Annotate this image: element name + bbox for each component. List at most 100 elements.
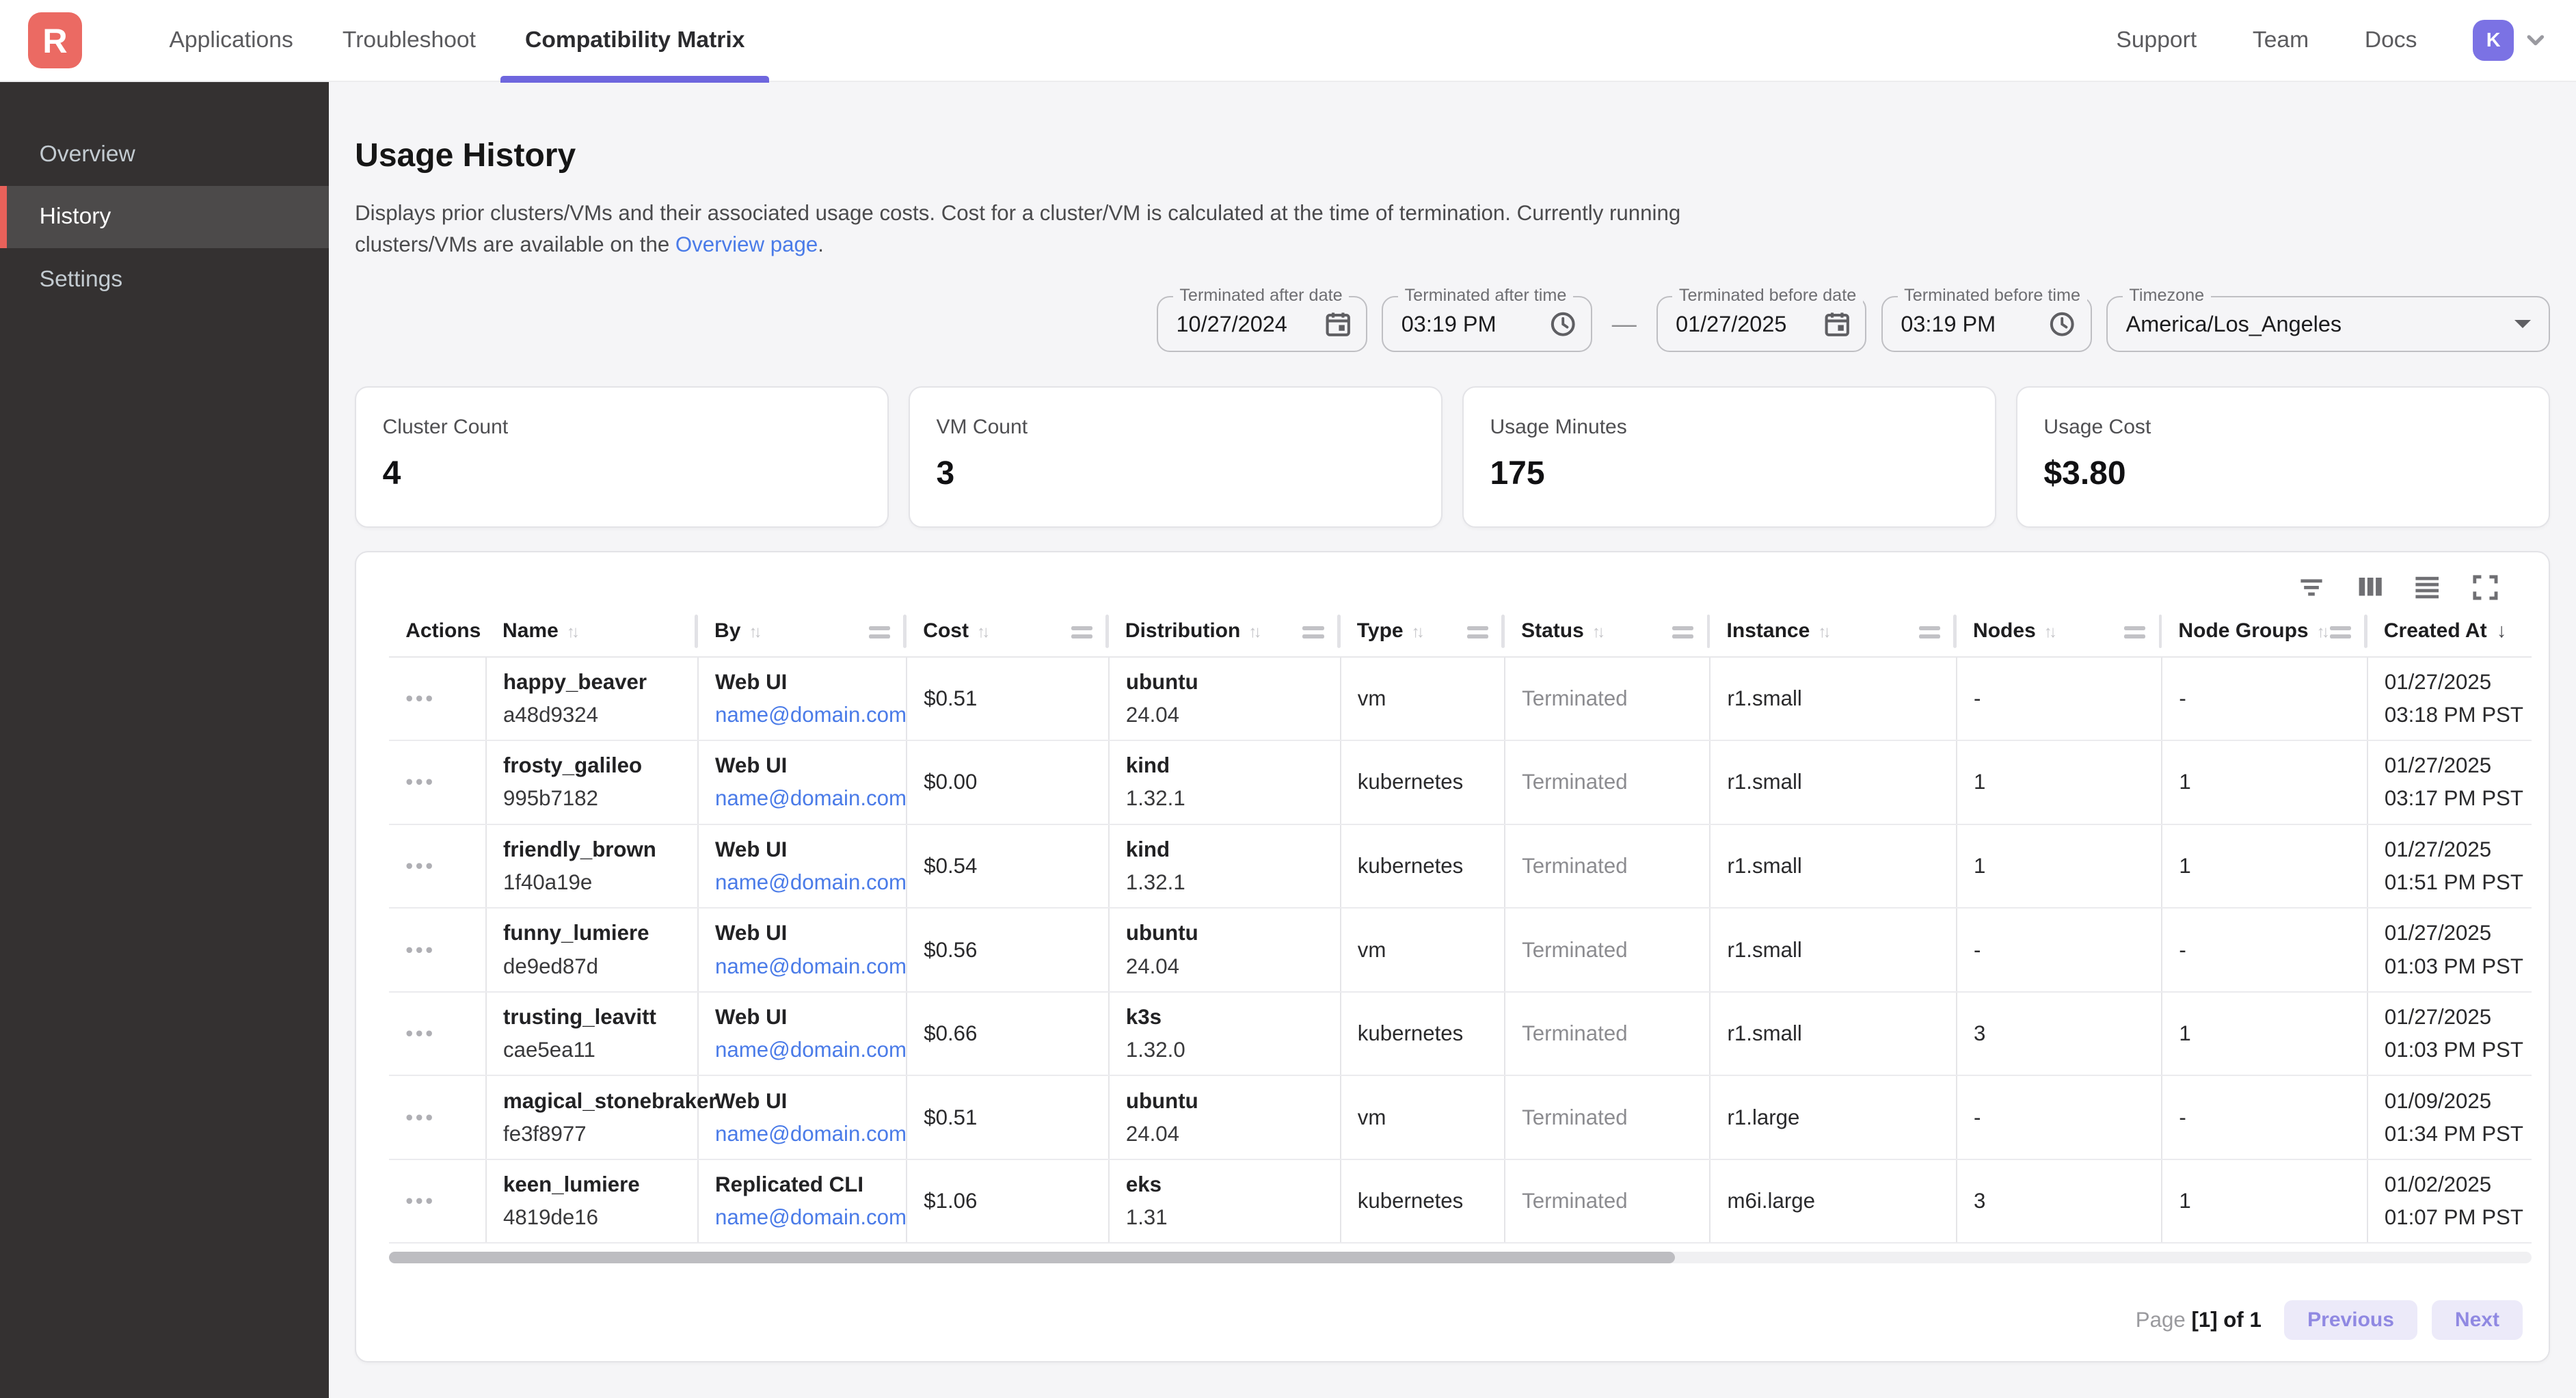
ellipsis-icon[interactable]: •••	[405, 1021, 435, 1045]
row-actions-cell[interactable]: •••	[389, 824, 486, 909]
column-menu-icon[interactable]	[2124, 626, 2145, 630]
column-label: Name	[502, 619, 559, 642]
sort-icon[interactable]: ↑↓	[1818, 623, 1827, 641]
column-header-by[interactable]: By↑↓	[698, 606, 907, 656]
fullscreen-icon[interactable]	[2471, 574, 2499, 602]
column-label: Node Groups	[2178, 619, 2308, 642]
column-menu-icon[interactable]	[869, 626, 890, 630]
density-icon[interactable]	[2414, 574, 2442, 602]
column-header-status[interactable]: Status↑↓	[1505, 606, 1710, 656]
ellipsis-icon[interactable]: •••	[405, 686, 435, 710]
created-time: 01:51 PM PST	[2385, 866, 2532, 899]
horizontal-scrollbar-track[interactable]	[389, 1252, 2532, 1263]
replicated-logo[interactable]: R	[28, 12, 82, 68]
nav-link-support[interactable]: Support	[2116, 27, 2197, 53]
next-page-button[interactable]: Next	[2432, 1300, 2522, 1340]
nav-link-team[interactable]: Team	[2253, 27, 2309, 53]
nav-item-applications[interactable]: Applications	[144, 0, 317, 81]
column-menu-icon[interactable]	[1467, 626, 1488, 630]
column-header-cost[interactable]: Cost↑↓	[907, 606, 1109, 656]
email-link[interactable]: name@domain.com	[715, 1201, 906, 1234]
columns-icon[interactable]	[2357, 574, 2385, 602]
row-actions-cell[interactable]: •••	[389, 1075, 486, 1159]
sort-icon[interactable]: ↑↓	[2317, 623, 2326, 641]
table-row: ••• funny_lumierede9ed87d Web UIname@dom…	[389, 908, 2532, 992]
sort-icon[interactable]: ↑↓	[567, 623, 576, 641]
row-actions-cell[interactable]: •••	[389, 992, 486, 1076]
sidebar-item-overview[interactable]: Overview	[0, 123, 329, 185]
table-row: ••• friendly_brown1f40a19e Web UIname@do…	[389, 824, 2532, 909]
email-link[interactable]: name@domain.com	[715, 866, 906, 899]
column-header-node-groups[interactable]: Node Groups ↑↓	[2162, 606, 2367, 656]
nav-item-troubleshoot[interactable]: Troubleshoot	[318, 0, 500, 81]
column-header-created-at[interactable]: Created At↓	[2367, 606, 2532, 656]
created-time: 01:03 PM PST	[2385, 1034, 2532, 1066]
horizontal-scrollbar-thumb[interactable]	[389, 1252, 1674, 1263]
terminated-after-date-input[interactable]: Terminated after date 10/27/2024	[1157, 296, 1367, 352]
sort-icon[interactable]: ↑↓	[2044, 623, 2054, 641]
cluster-id: cae5ea11	[503, 1034, 697, 1066]
filter-icon[interactable]	[2299, 574, 2327, 602]
by-cell: Web UIname@domain.com	[698, 824, 907, 909]
email-link[interactable]: name@domain.com	[715, 1034, 906, 1066]
column-menu-icon[interactable]	[1919, 626, 1940, 630]
row-actions-cell[interactable]: •••	[389, 657, 486, 741]
row-actions-cell[interactable]: •••	[389, 740, 486, 824]
stat-card-usage-cost: Usage Cost $3.80	[2016, 386, 2550, 528]
column-menu-icon[interactable]	[2330, 626, 2351, 630]
nav-link-docs[interactable]: Docs	[2365, 27, 2417, 53]
sidebar-item-history[interactable]: History	[0, 186, 329, 248]
ellipsis-icon[interactable]: •••	[405, 770, 435, 794]
timezone-select[interactable]: Timezone America/Los_Angeles	[2106, 296, 2550, 352]
distribution-cell: ubuntu24.04	[1109, 657, 1341, 741]
name-cell: funny_lumierede9ed87d	[486, 908, 698, 992]
previous-page-button[interactable]: Previous	[2284, 1300, 2417, 1340]
ellipsis-icon[interactable]: •••	[405, 938, 435, 962]
sort-icon[interactable]: ↑↓	[1412, 623, 1421, 641]
clock-icon[interactable]	[1550, 311, 1576, 337]
sort-desc-icon[interactable]: ↓	[2497, 620, 2506, 642]
created-time: 01:34 PM PST	[2385, 1118, 2532, 1151]
column-header-type[interactable]: Type↑↓	[1341, 606, 1505, 656]
distribution-version: 1.31	[1126, 1201, 1340, 1234]
terminated-before-date-input[interactable]: Terminated before date 01/27/2025	[1656, 296, 1867, 352]
ellipsis-icon[interactable]: •••	[405, 1105, 435, 1129]
sort-icon[interactable]: ↑↓	[977, 623, 987, 641]
column-header-nodes[interactable]: Nodes↑↓	[1957, 606, 2162, 656]
clock-icon[interactable]	[2049, 311, 2075, 337]
column-menu-icon[interactable]	[1071, 626, 1092, 630]
type-cell: vm	[1341, 1075, 1505, 1159]
sort-icon[interactable]: ↑↓	[1592, 623, 1602, 641]
calendar-icon[interactable]	[1325, 311, 1351, 337]
terminated-before-time-input[interactable]: Terminated before time 03:19 PM	[1881, 296, 2092, 352]
ellipsis-icon[interactable]: •••	[405, 854, 435, 878]
usage-history-table-card: Actions Name↑↓ By↑↓ Cost↑↓ Distribution↑…	[355, 551, 2550, 1362]
row-actions-cell[interactable]: •••	[389, 908, 486, 992]
sort-icon[interactable]: ↑↓	[749, 623, 758, 641]
cost-cell: $1.06	[907, 1159, 1109, 1244]
secondary-nav: Support Team Docs K	[2116, 20, 2576, 61]
column-menu-icon[interactable]	[1672, 626, 1693, 630]
email-link[interactable]: name@domain.com	[715, 1118, 906, 1151]
overview-page-link[interactable]: Overview page	[675, 232, 818, 256]
email-link[interactable]: name@domain.com	[715, 782, 906, 815]
calendar-icon[interactable]	[1824, 311, 1850, 337]
column-header-distribution[interactable]: Distribution↑↓	[1109, 606, 1341, 656]
terminated-after-time-input[interactable]: Terminated after time 03:19 PM	[1382, 296, 1592, 352]
email-link[interactable]: name@domain.com	[715, 699, 906, 731]
name-cell: magical_stonebrakerfe3f8977	[486, 1075, 698, 1159]
sort-icon[interactable]: ↑↓	[1248, 623, 1258, 641]
column-header-instance[interactable]: Instance↑↓	[1710, 606, 1957, 656]
usage-history-table: Actions Name↑↓ By↑↓ Cost↑↓ Distribution↑…	[389, 606, 2532, 1244]
email-link[interactable]: name@domain.com	[715, 950, 906, 983]
ellipsis-icon[interactable]: •••	[405, 1189, 435, 1213]
account-menu-button[interactable]: K	[2473, 20, 2547, 61]
sidebar-item-settings[interactable]: Settings	[0, 248, 329, 310]
nav-item-compatibility-matrix[interactable]: Compatibility Matrix	[500, 0, 769, 81]
row-actions-cell[interactable]: •••	[389, 1159, 486, 1244]
description-line-1: Displays prior clusters/VMs and their as…	[355, 201, 1680, 225]
field-value: 01/27/2025	[1676, 312, 1786, 337]
column-header-name[interactable]: Name ↑↓	[486, 606, 698, 656]
distribution-cell: ubuntu24.04	[1109, 908, 1341, 992]
column-menu-icon[interactable]	[1302, 626, 1324, 630]
